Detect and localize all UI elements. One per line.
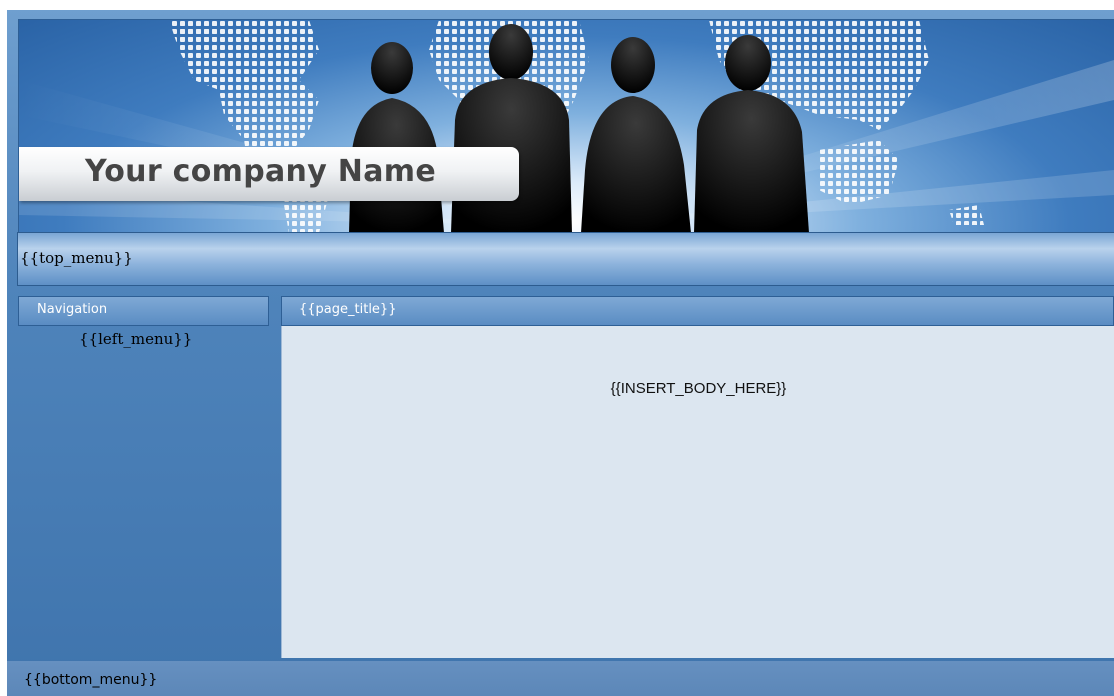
company-name: Your company Name [85,154,436,189]
page-frame: Your company Name {{top_menu}} Navigatio… [7,10,1114,696]
team-silhouettes-world-map-image [19,20,1114,233]
navigation-header-label: Navigation [37,302,108,317]
top-menu-placeholder: {{top_menu}} [20,249,133,267]
content-panel: {{INSERT_BODY_HERE}} [281,326,1114,658]
bottom-menu-placeholder: {{bottom_menu}} [24,672,158,688]
left-menu-placeholder: {{left_menu}} [79,330,193,348]
header-banner: Your company Name [18,19,1114,234]
page-title: {{page_title}} [299,302,397,317]
bottom-menu-bar: {{bottom_menu}} [7,661,1114,696]
body-placeholder: {{INSERT_BODY_HERE}} [610,380,787,397]
top-menu-bar: {{top_menu}} [17,232,1114,286]
navigation-header: Navigation [18,296,269,326]
page-title-header: {{page_title}} [281,296,1114,326]
